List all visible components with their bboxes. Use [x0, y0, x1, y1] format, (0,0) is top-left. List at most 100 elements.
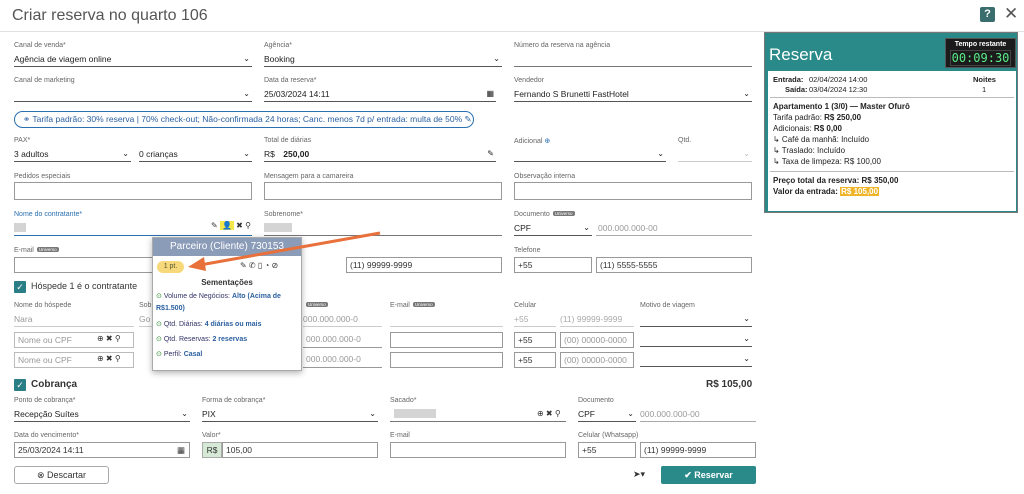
chevron-down-icon: ⌄ [583, 223, 590, 232]
hospede-checkbox[interactable]: ✓ [14, 281, 26, 293]
vendedor-label: Vendedor [514, 77, 544, 84]
data-reserva-input[interactable]: 25/03/2024 14:11 ▦ [264, 87, 496, 102]
popup-section: Sementações [201, 278, 253, 287]
help-button[interactable]: ? [980, 7, 995, 22]
sacado-actions[interactable]: ⊕ ✖ ⚲ [537, 409, 561, 418]
email-cobranca-input[interactable] [390, 442, 566, 458]
popup-item-volume: ⊙ Volume de Negócios: Alto (Acima de [156, 293, 281, 300]
celular-whatsapp-label: Celular (Whatsapp) [578, 432, 639, 439]
celular-whatsapp-ddi[interactable]: +55 [578, 442, 636, 458]
documento-type-select[interactable]: CPF ⌄ [514, 221, 592, 236]
total-diarias-input[interactable]: R$ 250,00 ✎ [264, 147, 496, 162]
guest3-motivo-select[interactable]: ⌄ [640, 352, 752, 367]
vencimento-label: Data do vencimento* [14, 432, 79, 439]
guest1-celular[interactable]: (11) 99999-9999 [560, 312, 634, 327]
popup-item-diarias: ⊙ Qtd. Diárias: 4 diárias ou mais [156, 321, 262, 328]
chevron-down-icon: ⌄ [743, 149, 750, 158]
qtd-label: Qtd. [678, 137, 692, 144]
doc-cobranca-input[interactable]: 000.000.000-00 [640, 407, 756, 422]
timer: Tempo restante 00:09:30 [945, 38, 1016, 68]
telefone-label: Telefone [514, 247, 541, 254]
popup-item-volume-cont: R$1.500) [156, 305, 185, 312]
guest2-actions[interactable]: ⊕ ✖ ⚲ [97, 334, 121, 343]
forma-cobranca-select[interactable]: PIX ⌄ [202, 407, 378, 422]
documento-hospede-label: Universo [303, 302, 328, 309]
guest1-documento[interactable]: 000.000.000-0 [303, 312, 382, 327]
sobrenome-label: Sobrenome* [264, 211, 303, 218]
reserva-summary: Entrada: 02/04/2024 14:00 Saída: 03/04/2… [768, 71, 1016, 211]
guest3-email[interactable] [390, 352, 503, 368]
email-cobranca-label: E-mail [390, 432, 410, 439]
guest3-documento[interactable]: 000.000.000-0 [303, 352, 382, 368]
pencil-icon: ✎ [487, 149, 494, 158]
documento-input[interactable]: 000.000.000-00 [596, 221, 752, 236]
noites-value: 1 [982, 85, 987, 94]
descartar-button[interactable]: ⊗ Descartar [14, 466, 109, 484]
chevron-down-icon: ⌄ [743, 334, 750, 343]
chevron-down-icon: ⌄ [181, 409, 188, 418]
numero-reserva-input[interactable] [514, 52, 752, 67]
numero-reserva-label: Número da reserva na agência [514, 42, 611, 49]
telefone-ddi-input[interactable]: +55 [514, 257, 592, 273]
chevron-down-icon: ⌄ [493, 54, 500, 63]
check-circle-icon: ⊙ [156, 336, 162, 343]
ponto-cobranca-label: Ponto de cobrança* [14, 397, 76, 404]
canal-venda-select[interactable]: Agência de viagem online ⌄ [14, 52, 252, 67]
guest3-ddi[interactable]: +55 [514, 352, 556, 368]
observacao-textarea[interactable] [514, 182, 752, 200]
valor-input[interactable]: 105,00 [222, 442, 378, 458]
apt-name: Apartamento 1 (3/0) — Master Ofurô [773, 102, 910, 111]
celular-whatsapp-input[interactable]: (11) 99999-9999 [640, 442, 756, 458]
vendedor-select[interactable]: Fernando S Brunetti FastHotel ⌄ [514, 87, 752, 102]
valor-label: Valor* [202, 432, 221, 439]
total-diarias-label: Total de diárias [264, 137, 312, 144]
telefone-input[interactable]: (11) 5555-5555 [596, 257, 752, 273]
close-circle-icon: ⊗ [36, 470, 48, 480]
pedidos-textarea[interactable] [14, 182, 252, 200]
close-icon[interactable]: ✕ [1004, 4, 1018, 24]
universo-badge: Universo [36, 247, 59, 252]
tariff-pill[interactable]: ⚭ Tarifa padrão: 30% reserva | 70% check… [14, 111, 474, 128]
sacado-label: Sacado* [390, 397, 417, 404]
agencia-select[interactable]: Booking ⌄ [264, 52, 502, 67]
cobranca-checkbox[interactable]: ✓ [14, 379, 26, 391]
email-input[interactable] [14, 257, 154, 273]
guest1-ddi[interactable]: +55 [514, 312, 556, 327]
vencimento-input[interactable]: 25/03/2024 14:11 ▦ [14, 442, 190, 458]
guest2-ddi[interactable]: +55 [514, 332, 556, 348]
observacao-label: Observação interna [514, 173, 576, 180]
guest2-motivo-select[interactable]: ⌄ [640, 332, 752, 347]
agencia-label: Agência* [264, 42, 293, 49]
reserva-panel: Reserva Tempo restante 00:09:30 Entrada:… [764, 32, 1018, 213]
forma-cobranca-label: Forma de cobrança* [202, 397, 266, 404]
guest2-email[interactable] [390, 332, 503, 348]
guest1-motivo-select[interactable]: ⌄ [640, 312, 752, 327]
pax-label: PAX* [14, 137, 31, 144]
reservar-button[interactable]: ✔ Reservar [661, 466, 756, 484]
handshake-icon: ⚭ [23, 114, 33, 124]
guest1-email[interactable] [390, 312, 503, 327]
send-icon[interactable]: ➤▾ [633, 469, 645, 480]
doc-cobranca-type[interactable]: CPF ⌄ [578, 407, 636, 422]
mensagem-textarea[interactable] [264, 182, 502, 200]
guest2-documento[interactable]: 000.000.000-0 [303, 332, 382, 348]
guest1-nome[interactable]: Nara [14, 312, 134, 327]
hospede-check-label: Hóspede 1 é o contratante [31, 281, 138, 291]
adults-select[interactable]: 3 adultos ⌄ [14, 147, 131, 162]
data-reserva-label: Data da reserva* [264, 77, 317, 84]
adicional-select[interactable]: ⌄ [514, 147, 666, 162]
email-hospede-label: E-mail Universo [390, 302, 435, 309]
ponto-cobranca-select[interactable]: Recepção Suítes ⌄ [14, 407, 190, 422]
guest3-celular[interactable]: (00) 00000-0000 [560, 352, 634, 368]
chevron-down-icon: ⌄ [743, 354, 750, 363]
saida-label: Saída: [785, 85, 808, 94]
chevron-down-icon: ⌄ [122, 149, 129, 158]
qtd-select[interactable]: ⌄ [678, 147, 752, 162]
check-circle-icon: ⊙ [156, 351, 162, 358]
guest1-sobrenome[interactable]: Go [139, 312, 152, 327]
guest2-celular[interactable]: (00) 00000-0000 [560, 332, 634, 348]
guest3-actions[interactable]: ⊕ ✖ ⚲ [97, 354, 121, 363]
entrada-value: 02/04/2024 14:00 [809, 75, 868, 84]
canal-marketing-select[interactable]: ⌄ [14, 87, 252, 102]
children-select[interactable]: 0 crianças ⌄ [139, 147, 252, 162]
